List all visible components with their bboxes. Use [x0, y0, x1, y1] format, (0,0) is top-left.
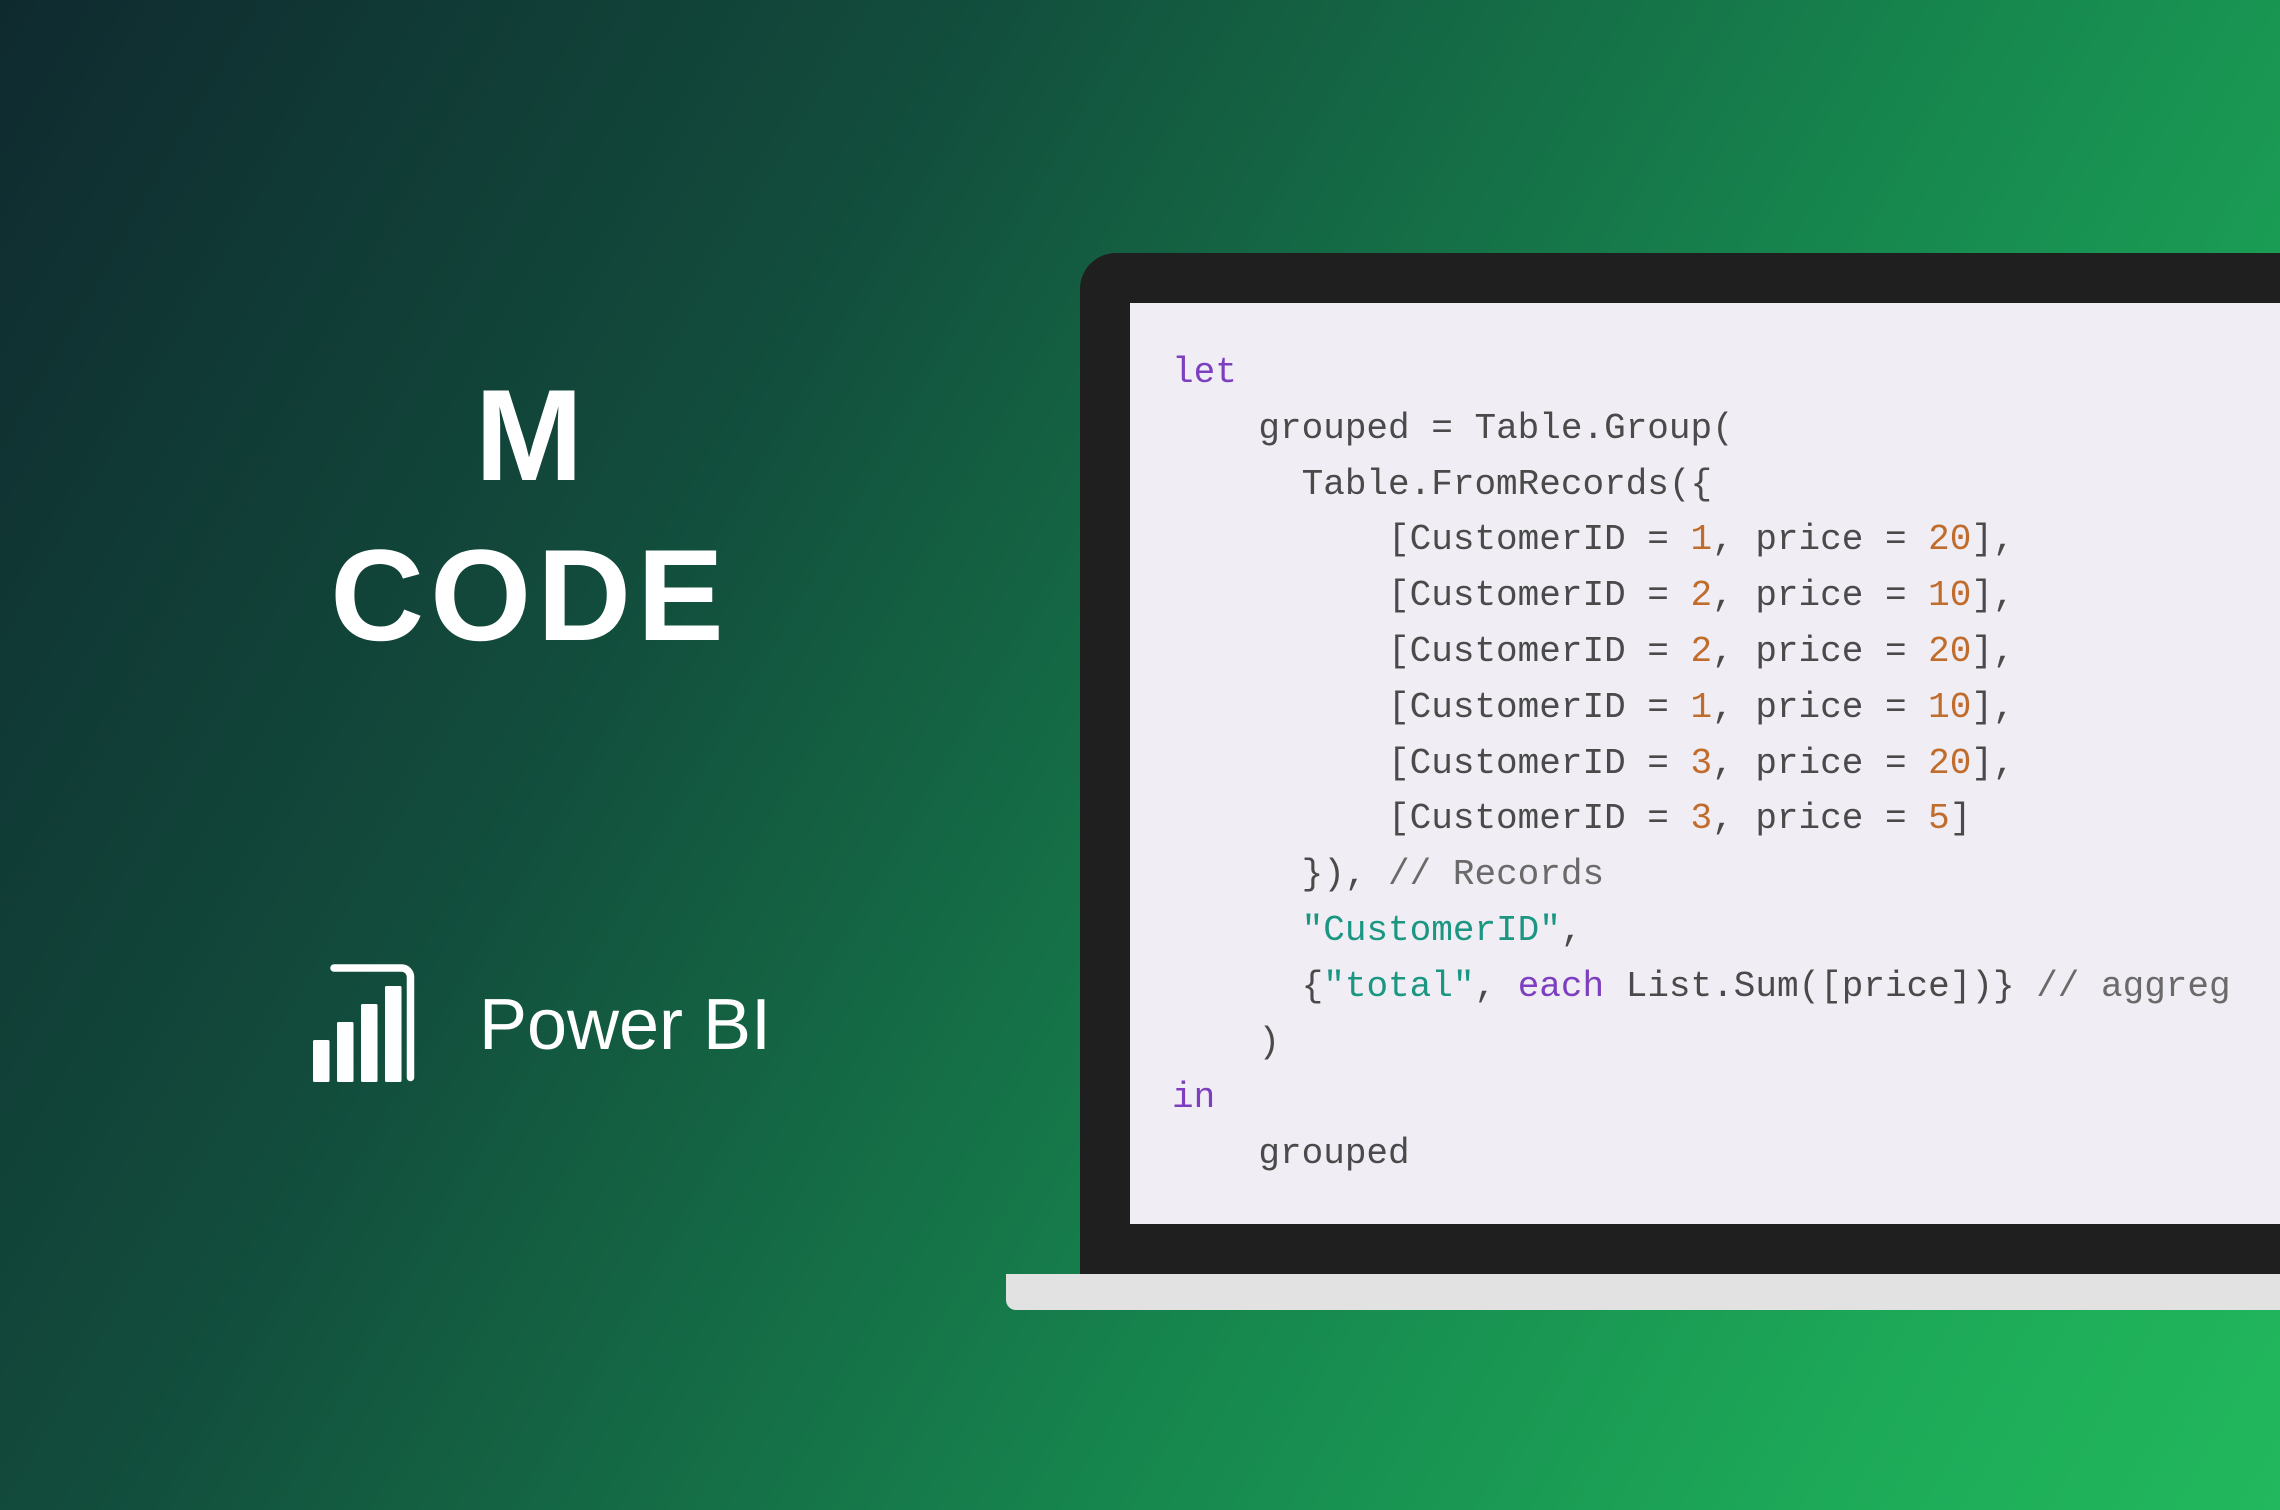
code-token-op: = — [1885, 687, 1928, 728]
code-token-id: [CustomerID — [1172, 519, 1647, 560]
code-token-op: = — [1647, 631, 1690, 672]
code-token-id: ], — [1971, 687, 2014, 728]
title-line1: M — [190, 360, 870, 510]
code-line: {"total", each List.Sum([price])} // agg… — [1172, 959, 2280, 1015]
code-token-num: 3 — [1691, 743, 1713, 784]
brand-row: Power BI — [190, 950, 870, 1100]
power-bi-icon — [289, 950, 439, 1100]
code-token-id: , — [1561, 910, 1583, 951]
code-token-op: = — [1431, 408, 1474, 449]
code-token-op: = — [1885, 575, 1928, 616]
code-token-id: [CustomerID — [1172, 631, 1647, 672]
code-token-num: 3 — [1691, 798, 1713, 839]
code-line: [CustomerID = 2, price = 10], — [1172, 568, 2280, 624]
code-token-num: 20 — [1928, 631, 1971, 672]
code-line: }), // Records — [1172, 847, 2280, 903]
code-token-id — [1172, 910, 1302, 951]
code-token-com: // Records — [1388, 854, 1604, 895]
code-token-id: List.Sum([price])} — [1604, 966, 2036, 1007]
laptop-bezel: let grouped = Table.Group( Table.FromRec… — [1080, 253, 2280, 1274]
code-line: ) — [1172, 1015, 2280, 1071]
code-token-num: 10 — [1928, 687, 1971, 728]
code-token-id: ) — [1172, 1022, 1280, 1063]
code-token-id: ], — [1971, 575, 2014, 616]
code-token-op: = — [1885, 631, 1928, 672]
code-token-id: , — [1474, 966, 1517, 1007]
code-token-id: ], — [1971, 743, 2014, 784]
code-token-id: , price — [1712, 575, 1885, 616]
code-token-id: ], — [1971, 519, 2014, 560]
code-token-op: = — [1885, 798, 1928, 839]
code-token-id: , price — [1712, 519, 1885, 560]
code-line: [CustomerID = 1, price = 10], — [1172, 680, 2280, 736]
code-token-id: ] — [1950, 798, 1972, 839]
code-token-op: = — [1647, 575, 1690, 616]
code-token-id: , price — [1712, 631, 1885, 672]
code-token-op: = — [1647, 519, 1690, 560]
code-token-id: Table.Group( — [1474, 408, 1733, 449]
code-token-id: ], — [1971, 631, 2014, 672]
code-token-num: 1 — [1691, 519, 1713, 560]
brand-text: Power BI — [479, 984, 771, 1066]
title-line2: CODE — [190, 520, 870, 670]
code-token-id: , price — [1712, 798, 1885, 839]
code-token-op: = — [1647, 687, 1690, 728]
code-line: let — [1172, 345, 2280, 401]
code-token-num: 20 — [1928, 519, 1971, 560]
laptop: let grouped = Table.Group( Table.FromRec… — [1080, 253, 2280, 1310]
code-token-str: "total" — [1323, 966, 1474, 1007]
code-token-num: 2 — [1691, 631, 1713, 672]
laptop-base — [1006, 1274, 2280, 1310]
code-token-num: 5 — [1928, 798, 1950, 839]
code-token-id: [CustomerID — [1172, 687, 1647, 728]
code-token-com: // aggreg — [2036, 966, 2230, 1007]
code-token-op: = — [1647, 798, 1690, 839]
code-line: "CustomerID", — [1172, 903, 2280, 959]
code-token-id: [CustomerID — [1172, 743, 1647, 784]
code-token-id: }), — [1172, 854, 1388, 895]
code-token-id: [CustomerID — [1172, 575, 1647, 616]
code-line: grouped = Table.Group( — [1172, 401, 2280, 457]
code-token-id: , price — [1712, 743, 1885, 784]
code-token-str: "CustomerID" — [1302, 910, 1561, 951]
code-line: [CustomerID = 2, price = 20], — [1172, 624, 2280, 680]
code-token-num: 20 — [1928, 743, 1971, 784]
code-editor: let grouped = Table.Group( Table.FromRec… — [1130, 303, 2280, 1224]
code-line: grouped — [1172, 1126, 2280, 1182]
code-token-op: = — [1647, 743, 1690, 784]
code-line: [CustomerID = 3, price = 20], — [1172, 736, 2280, 792]
code-line: in — [1172, 1070, 2280, 1126]
code-token-id: , price — [1712, 687, 1885, 728]
code-token-id: grouped — [1172, 1133, 1410, 1174]
code-token-kw: let — [1172, 352, 1237, 393]
code-token-num: 2 — [1691, 575, 1713, 616]
code-line: [CustomerID = 1, price = 20], — [1172, 512, 2280, 568]
code-token-op: = — [1885, 743, 1928, 784]
code-token-id: Table.FromRecords({ — [1172, 464, 1712, 505]
code-token-num: 1 — [1691, 687, 1713, 728]
code-token-id: grouped — [1172, 408, 1431, 449]
code-token-num: 10 — [1928, 575, 1971, 616]
code-line: [CustomerID = 3, price = 5] — [1172, 791, 2280, 847]
left-panel: M CODE Power BI — [190, 360, 870, 1100]
code-token-kw: each — [1518, 966, 1604, 1007]
code-token-op: = — [1885, 519, 1928, 560]
code-token-id: { — [1172, 966, 1323, 1007]
code-token-kw: in — [1172, 1077, 1215, 1118]
code-line: Table.FromRecords({ — [1172, 457, 2280, 513]
code-token-id: [CustomerID — [1172, 798, 1647, 839]
